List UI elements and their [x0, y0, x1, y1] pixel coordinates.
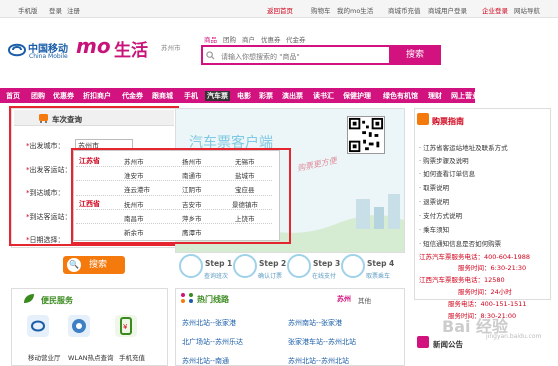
service-phone: 江苏汽车票服务电话：400-604-1988: [419, 253, 531, 261]
leaf-icon: [24, 294, 34, 303]
service-label[interactable]: 移动营业厅: [28, 352, 61, 362]
nav-item-health[interactable]: 保健护理: [343, 91, 371, 101]
route-icon: [181, 293, 193, 303]
charge-link[interactable]: 商城币充值: [388, 5, 421, 15]
brand-name-en: China Mobile: [29, 53, 68, 60]
wlan-icon[interactable]: [68, 315, 90, 337]
nav-item-bus-ticket[interactable]: 汽车票: [205, 91, 230, 101]
guide-link[interactable]: 乘车须知: [419, 224, 449, 234]
mobile-version-link[interactable]: 手机版: [18, 5, 38, 15]
step-4-icon: [341, 254, 365, 278]
service-label[interactable]: 手机充值: [119, 352, 145, 362]
step-2-text: 确认订票: [258, 273, 283, 280]
nav-item-coupon[interactable]: 优惠券: [53, 91, 74, 101]
qr-code-icon: [347, 116, 385, 154]
site-nav-link[interactable]: 网站导航: [514, 5, 540, 15]
nav-item-show[interactable]: 演出票: [282, 91, 303, 101]
step-1-number: Step 1: [205, 259, 233, 268]
mo-logo[interactable]: mo: [76, 34, 111, 58]
guide-link[interactable]: 取票说明: [419, 182, 449, 192]
guide-link[interactable]: 江苏省客运站地址及联系方式: [419, 142, 508, 152]
search-tab-goods[interactable]: 商品: [204, 34, 217, 44]
search-button[interactable]: 搜索: [389, 45, 441, 65]
search-icon: 🔍: [67, 258, 81, 272]
route-link[interactable]: 张家港车站--苏州北站: [288, 337, 356, 347]
nav-item-mall[interactable]: 跟商城: [152, 91, 173, 101]
step-3-text: 在线支付: [312, 273, 337, 280]
mo-life-logo-text: 生活: [114, 41, 148, 61]
company-login-link[interactable]: 企业登录: [482, 5, 508, 15]
guide-title: 购票指南: [432, 117, 464, 126]
nav-item-books[interactable]: 读书汇: [313, 91, 334, 101]
search-tab-voucher[interactable]: 代金券: [286, 34, 306, 44]
nav-item-groupbuy[interactable]: 团购: [31, 91, 45, 101]
news-icon: [417, 336, 429, 348]
search-tab-merchant[interactable]: 商户: [242, 34, 255, 44]
guide-link[interactable]: 如何查看订单信息: [419, 168, 475, 178]
highlight-box-city-dropdown: [71, 148, 291, 244]
watermark-url: jingyan.baidu.com: [486, 333, 542, 340]
service-label[interactable]: WLAN热点查询: [68, 352, 114, 362]
step-4-text: 取票乘车: [366, 273, 391, 280]
news-title: 新闻公告: [433, 340, 463, 349]
mall-login-link[interactable]: 商城用户登录: [428, 5, 467, 15]
hot-routes-city[interactable]: 苏州: [337, 294, 351, 304]
nav-item-discount[interactable]: 折扣商户: [83, 91, 111, 101]
hot-routes-title: 热门线路: [197, 295, 229, 304]
guide-link[interactable]: 短信通知信息是否如何购票: [419, 238, 501, 248]
nav-item-movie[interactable]: 电影: [237, 91, 251, 101]
login-link[interactable]: 登录: [49, 5, 62, 15]
guide-link[interactable]: 退票说明: [419, 196, 449, 206]
services-title: 便民服务: [41, 296, 73, 305]
svg-text:¥: ¥: [123, 323, 128, 331]
main-nav: 首页 团购 优惠券 折扣商户 代金券 跟商城 手机 汽车票 电影 彩票 演出票 …: [0, 88, 486, 103]
route-link[interactable]: 苏州北站--苏州北站: [288, 356, 349, 366]
step-2-number: Step 2: [259, 259, 287, 268]
nav-item-lottery[interactable]: 彩票: [259, 91, 273, 101]
guide-link[interactable]: 购票步骤及说明: [419, 155, 469, 165]
nav-item-finance[interactable]: 理财: [428, 91, 442, 101]
step-2-icon: [233, 254, 257, 278]
nav-item-phone[interactable]: 手机: [184, 91, 198, 101]
step-1-icon: [179, 254, 203, 278]
step-3-number: Step 3: [313, 259, 341, 268]
top-bar: 手机版 登录 注册 返回首页 购物车 我的mo生活 商城币充值 商城用户登录 企…: [0, 0, 558, 18]
search-input[interactable]: 请输入你想搜索的 "商品": [201, 45, 389, 65]
cart-link[interactable]: 购物车: [311, 5, 331, 15]
search-tab-groupbuy[interactable]: 团购: [223, 34, 236, 44]
guide-icon: [417, 113, 429, 125]
step-4-number: Step 4: [367, 259, 395, 268]
service-phone: 江西汽车票服务电话：12580: [419, 276, 505, 284]
step-1-text: 查询班次: [204, 273, 229, 280]
route-link[interactable]: 北广场站--苏州乐达: [182, 337, 243, 347]
guide-link[interactable]: 支付方式说明: [419, 210, 462, 220]
back-home-link[interactable]: 返回首页: [267, 5, 293, 15]
phone-recharge-icon[interactable]: ¥: [115, 315, 137, 337]
nav-item-voucher[interactable]: 代金券: [122, 91, 143, 101]
nav-item-online-hall[interactable]: 网上营业厅: [451, 91, 486, 101]
register-link[interactable]: 注册: [67, 5, 80, 15]
my-mo-link[interactable]: 我的mo生活: [337, 5, 373, 15]
route-link[interactable]: 苏州北站--南通: [182, 356, 229, 366]
service-time: 服务时间：24小时: [458, 288, 512, 296]
search-tab-coupon[interactable]: 优惠券: [261, 34, 281, 44]
nav-item-home[interactable]: 首页: [6, 91, 20, 101]
route-link[interactable]: 苏州南站--张家港: [288, 318, 342, 328]
route-link[interactable]: 苏州北站--张家港: [182, 318, 236, 328]
service-phone: 服务电话：400-151-1511: [448, 300, 527, 308]
mobile-hall-icon[interactable]: [27, 315, 49, 337]
china-mobile-logo-icon: [7, 43, 27, 57]
hot-routes-other[interactable]: 其他: [358, 295, 371, 305]
nav-item-organic[interactable]: 绿色有机馆: [383, 91, 418, 101]
service-time: 服务时间：6:30-21:30: [458, 264, 527, 272]
city-selector[interactable]: 苏州市: [161, 42, 181, 52]
search-icon: [206, 51, 215, 60]
step-3-icon: [287, 254, 311, 278]
